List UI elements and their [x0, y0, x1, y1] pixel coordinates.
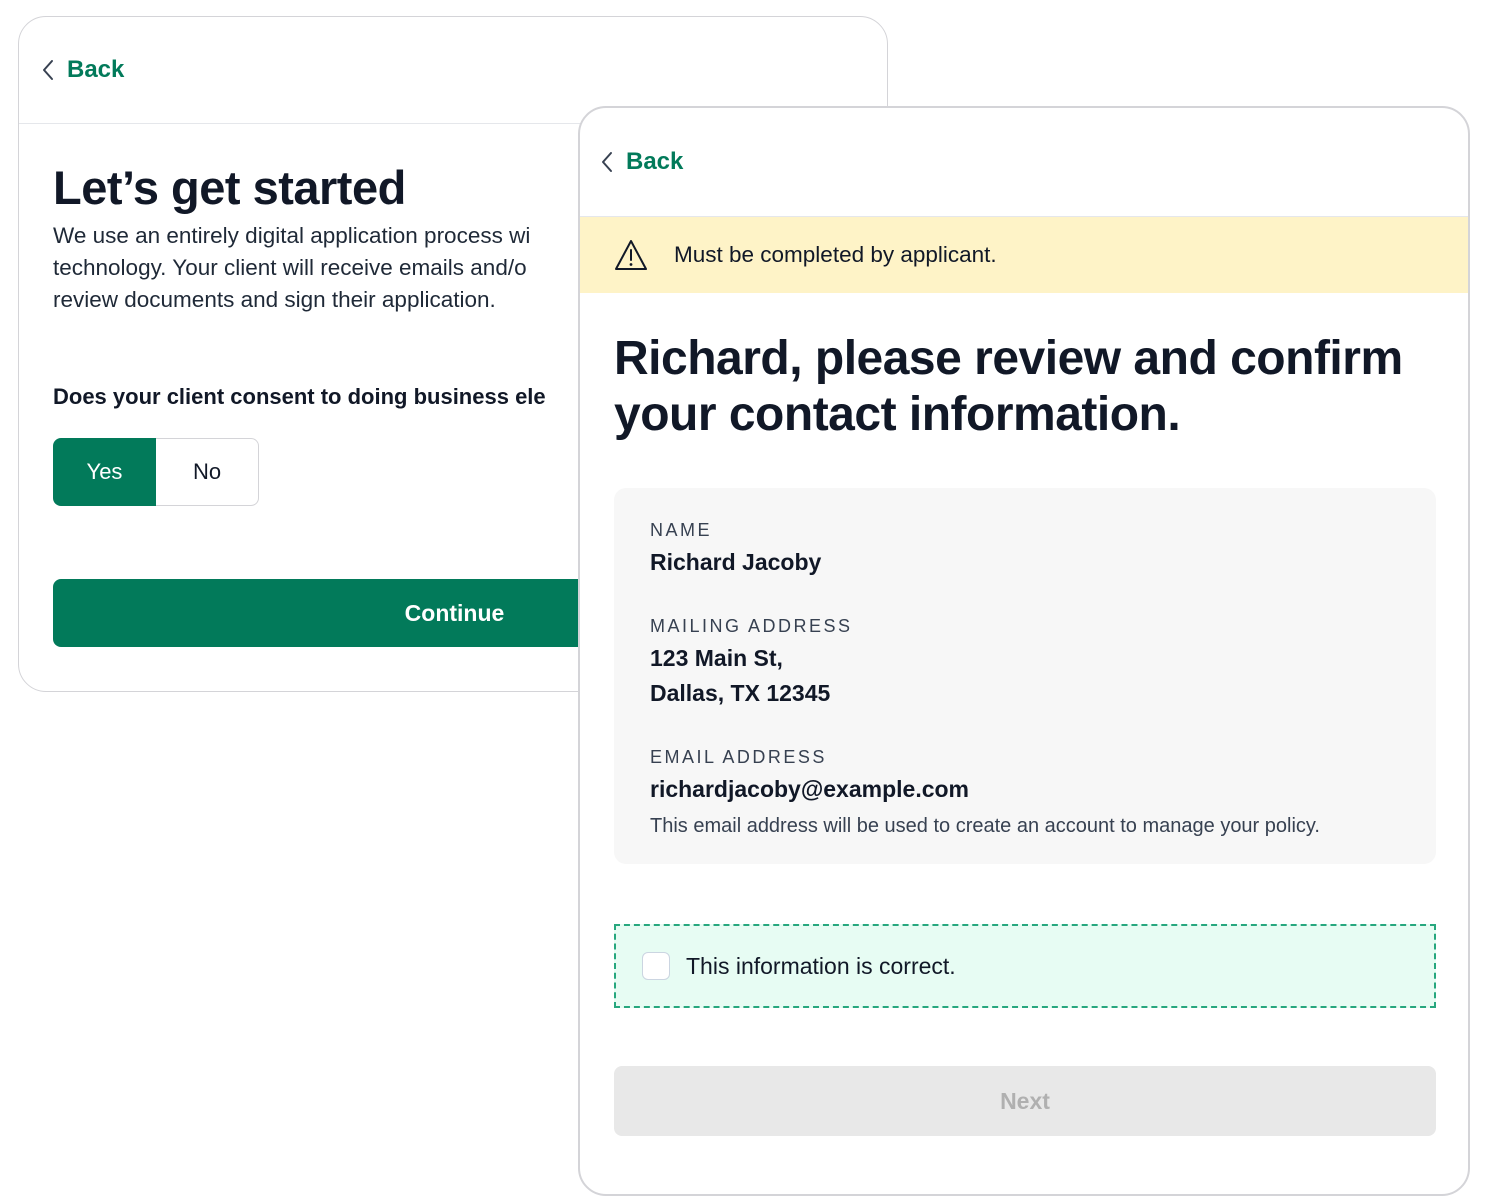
no-option[interactable]: No: [156, 438, 259, 506]
address-line1: 123 Main St,: [650, 645, 783, 671]
address-label: MAILING ADDRESS: [650, 616, 853, 636]
warning-text: Must be completed by applicant.: [674, 242, 997, 267]
email-label: EMAIL ADDRESS: [650, 747, 827, 767]
back-button[interactable]: Back: [41, 56, 124, 84]
chevron-left-icon: [602, 152, 612, 172]
yes-option[interactable]: Yes: [53, 438, 156, 506]
back-label: Back: [626, 148, 684, 175]
name-value: Richard Jacoby: [650, 549, 822, 575]
back-button[interactable]: Back: [600, 148, 683, 176]
address-line2: Dallas, TX 12345: [650, 680, 831, 706]
email-value: richardjacoby@example.com: [650, 776, 970, 802]
confirm-label: This information is correct.: [686, 952, 956, 979]
review-card: Back Must be completed by applicant. Ric…: [578, 106, 1470, 1196]
name-label: NAME: [650, 520, 713, 540]
warning-icon: [615, 240, 647, 270]
review-title: Richard, please review and confirm your …: [614, 332, 1403, 441]
name-group: NAME Richard Jacoby: [650, 520, 1400, 580]
next-button[interactable]: Next: [614, 1066, 1436, 1136]
confirm-checkbox[interactable]: [642, 952, 670, 980]
review-card-header: Back: [580, 108, 1468, 216]
warning-banner: Must be completed by applicant.: [580, 216, 1468, 293]
address-group: MAILING ADDRESS 123 Main St, Dallas, TX …: [650, 616, 1400, 711]
back-label: Back: [67, 56, 125, 83]
email-note: This email address will be used to creat…: [650, 815, 1320, 837]
contact-info-box: NAME Richard Jacoby MAILING ADDRESS 123 …: [614, 488, 1436, 864]
chevron-left-icon: [43, 60, 53, 80]
email-group: EMAIL ADDRESS richardjacoby@example.com …: [650, 747, 1400, 838]
intro-text: We use an entirely digital application p…: [53, 223, 531, 312]
confirm-checkbox-row[interactable]: This information is correct.: [614, 924, 1436, 1008]
consent-toggle: Yes No: [53, 438, 259, 506]
